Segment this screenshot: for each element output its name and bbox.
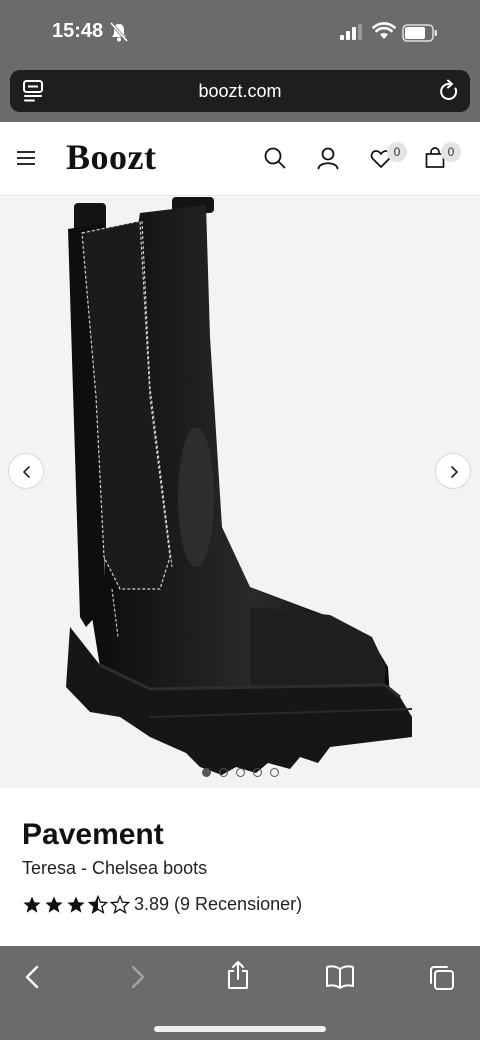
gallery-next-button[interactable] (435, 453, 471, 489)
browser-chrome: boozt.com (0, 64, 480, 122)
chevron-left-icon (23, 466, 30, 478)
product-name: Teresa - Chelsea boots (22, 858, 208, 878)
search-icon[interactable] (263, 146, 287, 170)
bell-slash-icon (110, 22, 128, 42)
battery-icon (402, 24, 437, 42)
site-header: Boozt 0 0 (0, 122, 480, 196)
product-image (66, 197, 413, 775)
gallery-dot[interactable] (218, 768, 228, 777)
rating-stars-icon (23, 895, 130, 914)
address-bar[interactable]: boozt.com (10, 70, 470, 112)
back-icon[interactable] (22, 964, 44, 990)
product-image-gallery[interactable] (0, 197, 480, 788)
account-icon[interactable] (316, 146, 340, 170)
home-indicator (154, 1026, 326, 1032)
forward-icon[interactable] (126, 964, 148, 990)
cellular-signal-icon (340, 24, 362, 40)
status-bar: 15:48 (0, 0, 480, 64)
gallery-dots (0, 768, 480, 777)
status-time: 15:48 (52, 20, 104, 42)
wifi-icon (372, 22, 396, 39)
gallery-dot[interactable] (252, 768, 262, 777)
tabs-icon[interactable] (428, 964, 456, 992)
menu-icon[interactable] (16, 148, 36, 168)
gallery-dot[interactable] (201, 768, 211, 777)
chevron-right-icon (451, 466, 458, 478)
cart-count-badge: 0 (441, 142, 461, 162)
wishlist-count-badge: 0 (387, 142, 407, 162)
reload-icon[interactable] (438, 79, 460, 103)
product-brand[interactable]: Pavement (22, 818, 164, 852)
gallery-dot[interactable] (235, 768, 245, 777)
url-text[interactable]: boozt.com (10, 81, 470, 102)
rating-text[interactable]: 3.89 (9 Recensioner) (134, 894, 302, 915)
gallery-prev-button[interactable] (8, 453, 44, 489)
share-icon[interactable] (226, 960, 250, 990)
site-logo[interactable]: Boozt (66, 136, 156, 178)
browser-toolbar (0, 946, 480, 1040)
gallery-dot[interactable] (269, 768, 279, 777)
bookmarks-icon[interactable] (325, 964, 355, 990)
